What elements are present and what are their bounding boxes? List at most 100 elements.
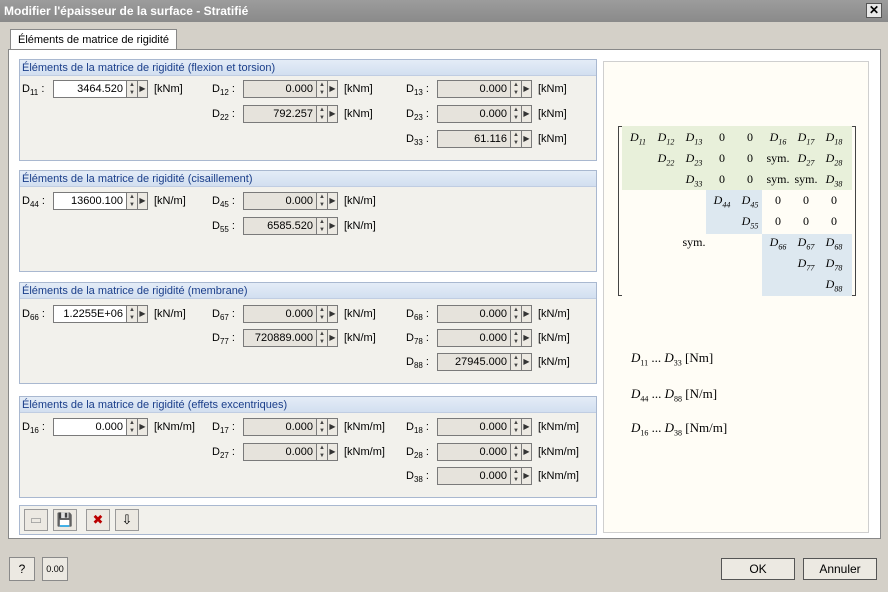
chevron-right-icon[interactable]: ▶ [328, 305, 338, 323]
spin-arrows-icon[interactable]: ▲ ▼ [511, 80, 522, 98]
value-input[interactable]: 0.000 [437, 80, 511, 98]
value-input[interactable]: 0.000 [243, 80, 317, 98]
chevron-right-icon[interactable]: ▶ [522, 443, 532, 461]
tab-stiffness-matrix[interactable]: Éléments de matrice de rigidité [10, 29, 178, 50]
spin-arrows-icon[interactable]: ▲ ▼ [317, 192, 328, 210]
value-input[interactable]: 1.2255E+06 [53, 305, 127, 323]
chevron-right-icon[interactable]: ▶ [522, 105, 532, 123]
spin-arrows-icon[interactable]: ▲ ▼ [511, 329, 522, 347]
save-icon[interactable]: 💾 [53, 509, 77, 531]
import-icon[interactable]: ⇩ [115, 509, 139, 531]
chevron-right-icon[interactable]: ▶ [328, 329, 338, 347]
spin-arrows-icon[interactable]: ▲ ▼ [511, 467, 522, 485]
value-input[interactable]: 0.000 [243, 443, 317, 461]
spin-arrows-icon[interactable]: ▲ ▼ [317, 80, 328, 98]
matrix-zero: 0 [747, 172, 753, 186]
spin-arrows-icon[interactable]: ▲ ▼ [317, 305, 328, 323]
value-input[interactable]: 13600.100 [53, 192, 127, 210]
value-input[interactable]: 0.000 [243, 305, 317, 323]
chevron-right-icon[interactable]: ▶ [328, 443, 338, 461]
field-d38[interactable]: 0.000 ▲ ▼ ▶ [437, 467, 533, 485]
value-input[interactable]: 0.000 [437, 418, 511, 436]
help-icon[interactable]: ? [9, 557, 35, 581]
chevron-right-icon[interactable]: ▶ [522, 467, 532, 485]
unit-label: [kN/m] [154, 195, 186, 207]
value-input[interactable]: 0.000 [437, 329, 511, 347]
value-input[interactable]: 61.116 [437, 130, 511, 148]
value-input[interactable]: 0.000 [243, 192, 317, 210]
chevron-right-icon[interactable]: ▶ [522, 305, 532, 323]
chevron-right-icon[interactable]: ▶ [138, 418, 148, 436]
chevron-right-icon[interactable]: ▶ [522, 353, 532, 371]
field-d16[interactable]: 0.000 ▲ ▼ ▶ [53, 418, 149, 436]
field-d77[interactable]: 720889.000 ▲ ▼ ▶ [243, 329, 339, 347]
field-d67[interactable]: 0.000 ▲ ▼ ▶ [243, 305, 339, 323]
chevron-right-icon[interactable]: ▶ [138, 305, 148, 323]
spin-arrows-icon[interactable]: ▲ ▼ [127, 305, 138, 323]
spin-arrows-icon[interactable]: ▲ ▼ [317, 418, 328, 436]
field-d66[interactable]: 1.2255E+06 ▲ ▼ ▶ [53, 305, 149, 323]
spin-arrows-icon[interactable]: ▲ ▼ [511, 305, 522, 323]
ok-button[interactable]: OK [721, 558, 795, 580]
value-input[interactable]: 0.000 [437, 443, 511, 461]
chevron-right-icon[interactable]: ▶ [328, 105, 338, 123]
field-d18[interactable]: 0.000 ▲ ▼ ▶ [437, 418, 533, 436]
field-d55[interactable]: 6585.520 ▲ ▼ ▶ [243, 217, 339, 235]
chevron-right-icon[interactable]: ▶ [522, 418, 532, 436]
spin-arrows-icon[interactable]: ▲ ▼ [127, 192, 138, 210]
spin-arrows-icon[interactable]: ▲ ▼ [317, 329, 328, 347]
field-d68[interactable]: 0.000 ▲ ▼ ▶ [437, 305, 533, 323]
chevron-right-icon[interactable]: ▶ [328, 80, 338, 98]
matrix-sym: sym. [766, 151, 790, 165]
field-d88[interactable]: 27945.000 ▲ ▼ ▶ [437, 353, 533, 371]
unit-label: [kNm/m] [344, 446, 385, 458]
value-input[interactable]: 0.000 [437, 305, 511, 323]
unit-label: [kNm] [344, 108, 373, 120]
value-input[interactable]: 0.000 [243, 418, 317, 436]
spin-arrows-icon[interactable]: ▲ ▼ [127, 80, 138, 98]
value-input[interactable]: 720889.000 [243, 329, 317, 347]
field-d27[interactable]: 0.000 ▲ ▼ ▶ [243, 443, 339, 461]
spin-arrows-icon[interactable]: ▲ ▼ [317, 443, 328, 461]
spin-arrows-icon[interactable]: ▲ ▼ [511, 443, 522, 461]
field-d28[interactable]: 0.000 ▲ ▼ ▶ [437, 443, 533, 461]
chevron-right-icon[interactable]: ▶ [522, 329, 532, 347]
field-d12[interactable]: 0.000 ▲ ▼ ▶ [243, 80, 339, 98]
field-d78[interactable]: 0.000 ▲ ▼ ▶ [437, 329, 533, 347]
field-d23[interactable]: 0.000 ▲ ▼ ▶ [437, 105, 533, 123]
spin-arrows-icon[interactable]: ▲ ▼ [317, 217, 328, 235]
value-input[interactable]: 0.000 [53, 418, 127, 436]
cancel-button[interactable]: Annuler [803, 558, 877, 580]
spin-arrows-icon[interactable]: ▲ ▼ [511, 353, 522, 371]
field-d22[interactable]: 792.257 ▲ ▼ ▶ [243, 105, 339, 123]
value-input[interactable]: 0.000 [437, 467, 511, 485]
field-d11[interactable]: 3464.520 ▲ ▼ ▶ [53, 80, 149, 98]
delete-icon[interactable]: ✖ [86, 509, 110, 531]
field-d17[interactable]: 0.000 ▲ ▼ ▶ [243, 418, 339, 436]
open-icon[interactable]: ▭ [24, 509, 48, 531]
label-d28: D28 : [406, 446, 429, 461]
chevron-right-icon[interactable]: ▶ [138, 192, 148, 210]
value-input[interactable]: 6585.520 [243, 217, 317, 235]
value-input[interactable]: 792.257 [243, 105, 317, 123]
spin-arrows-icon[interactable]: ▲ ▼ [511, 418, 522, 436]
chevron-right-icon[interactable]: ▶ [328, 217, 338, 235]
field-d33[interactable]: 61.116 ▲ ▼ ▶ [437, 130, 533, 148]
spin-arrows-icon[interactable]: ▲ ▼ [127, 418, 138, 436]
close-button[interactable]: ✕ [866, 3, 882, 18]
spin-arrows-icon[interactable]: ▲ ▼ [317, 105, 328, 123]
chevron-right-icon[interactable]: ▶ [138, 80, 148, 98]
value-input[interactable]: 27945.000 [437, 353, 511, 371]
units-icon[interactable]: 0.00 [42, 557, 68, 581]
value-input[interactable]: 0.000 [437, 105, 511, 123]
chevron-right-icon[interactable]: ▶ [328, 192, 338, 210]
chevron-right-icon[interactable]: ▶ [522, 80, 532, 98]
chevron-right-icon[interactable]: ▶ [522, 130, 532, 148]
chevron-right-icon[interactable]: ▶ [328, 418, 338, 436]
field-d13[interactable]: 0.000 ▲ ▼ ▶ [437, 80, 533, 98]
field-d45[interactable]: 0.000 ▲ ▼ ▶ [243, 192, 339, 210]
spin-arrows-icon[interactable]: ▲ ▼ [511, 130, 522, 148]
field-d44[interactable]: 13600.100 ▲ ▼ ▶ [53, 192, 149, 210]
value-input[interactable]: 3464.520 [53, 80, 127, 98]
spin-arrows-icon[interactable]: ▲ ▼ [511, 105, 522, 123]
